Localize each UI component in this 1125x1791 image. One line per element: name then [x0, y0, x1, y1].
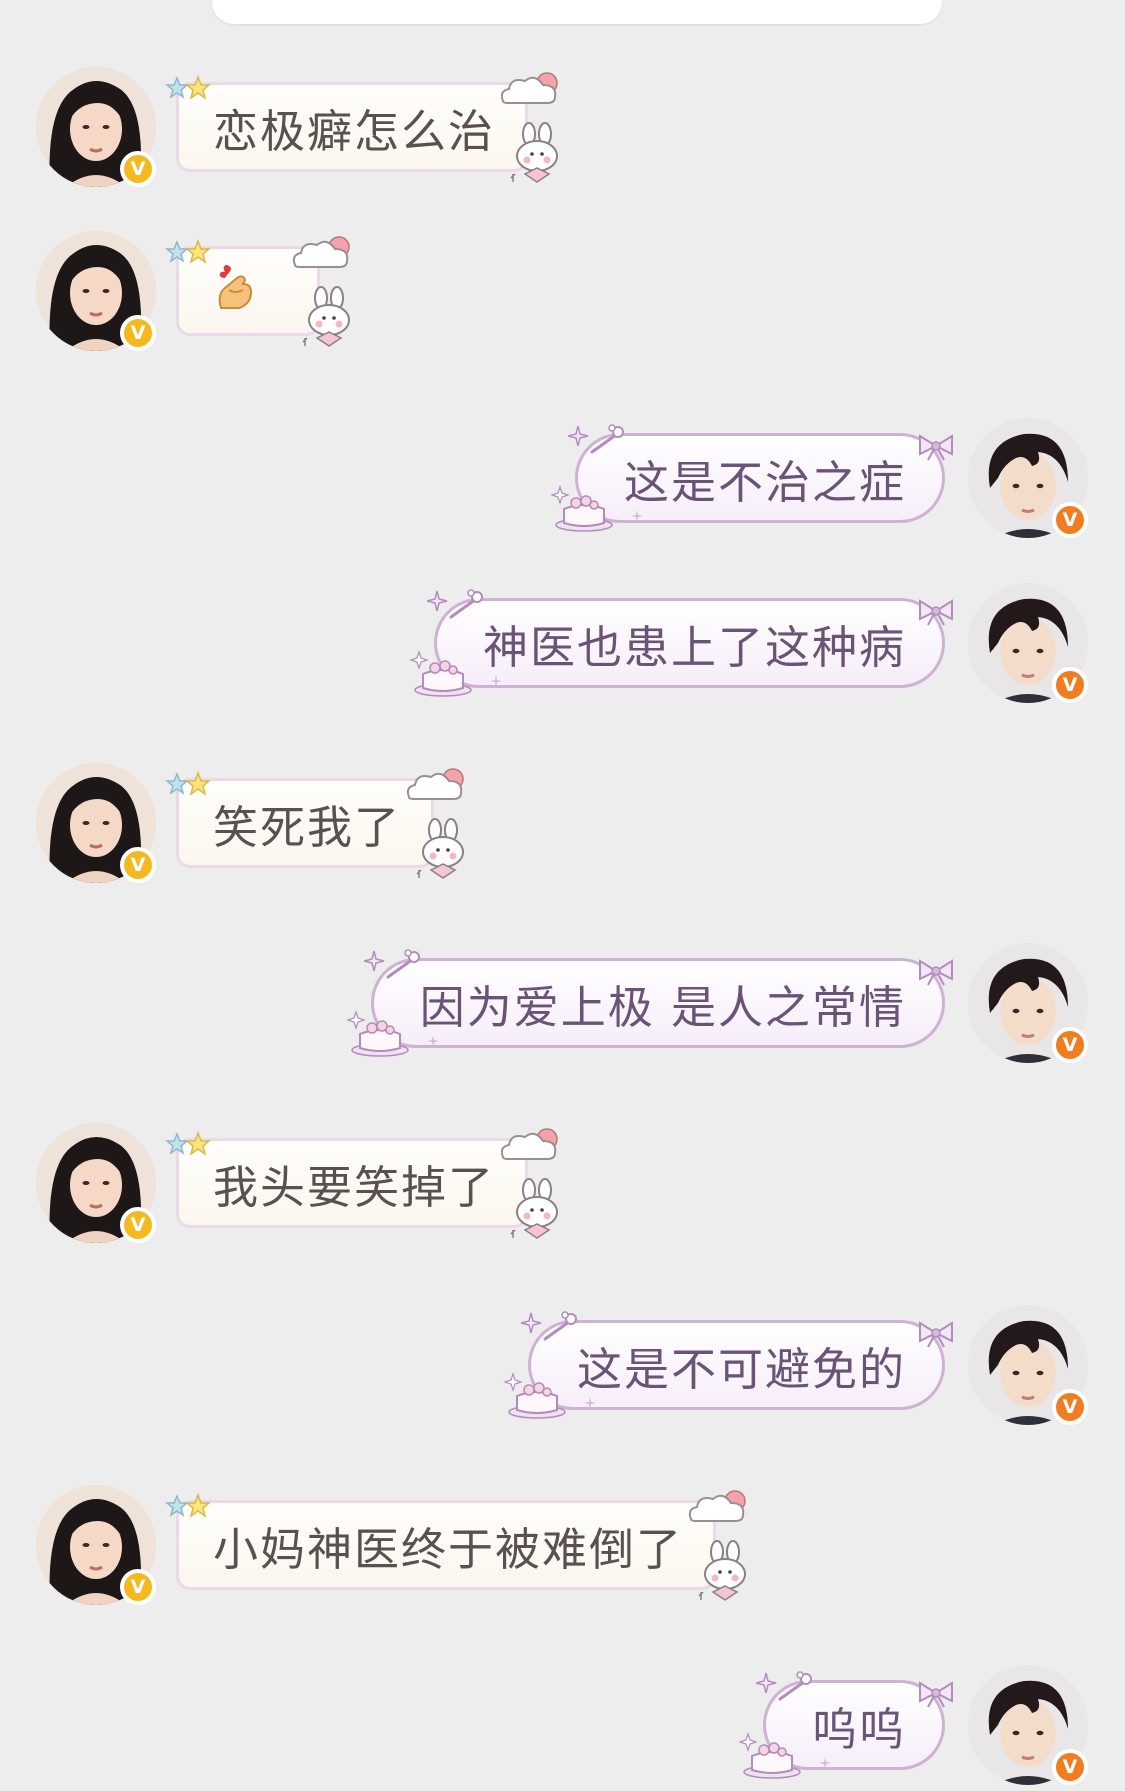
- message-row: V 笑死我了: [0, 758, 1125, 888]
- avatar-sender[interactable]: V: [36, 231, 156, 351]
- finger-heart-emoji-icon: [213, 260, 257, 312]
- star-sticker-icon: [164, 1119, 212, 1172]
- verified-badge-icon: V: [1052, 502, 1088, 538]
- message-bubble-outgoing[interactable]: 神医也患上了这种病: [409, 589, 953, 697]
- avatar-self[interactable]: V: [968, 583, 1088, 703]
- message-text: 笑死我了: [213, 800, 402, 854]
- verified-badge-icon: V: [120, 1207, 156, 1243]
- message-bubble-incoming[interactable]: 小妈神医终于被难倒了: [164, 1490, 747, 1601]
- bunny-sticker-icon: [507, 1178, 569, 1253]
- avatar-sender[interactable]: V: [36, 763, 156, 883]
- star-sticker-icon: [164, 759, 212, 812]
- sparkle-dot-icon: [583, 1368, 597, 1421]
- verified-badge-icon: V: [1052, 1027, 1088, 1063]
- message-bubble-outgoing[interactable]: 这是不可避免的: [503, 1311, 953, 1419]
- cake-sticker-icon: [550, 479, 614, 544]
- cloud-sticker-icon: [289, 231, 355, 284]
- avatar-self[interactable]: V: [968, 943, 1088, 1063]
- verified-badge-icon: V: [120, 151, 156, 187]
- cloud-sticker-icon: [497, 1123, 563, 1176]
- bunny-sticker-icon: [299, 286, 361, 361]
- message-row: V 这是不可避免的: [0, 1300, 1125, 1430]
- message-bubble-incoming[interactable]: 恋极癖怎么治: [164, 72, 559, 183]
- message-row: V 恋极癖怎么治: [0, 62, 1125, 192]
- message-text: 神医也患上了这种病: [482, 620, 906, 674]
- cake-sticker-icon: [345, 1004, 410, 1069]
- message-row: V 因为爱上极 是人之常情: [0, 938, 1125, 1068]
- avatar-self[interactable]: V: [968, 1305, 1088, 1425]
- message-text: 我头要笑掉了: [213, 1160, 496, 1214]
- sparkle-wand-icon: [520, 1303, 581, 1356]
- sparkle-wand-icon: [567, 416, 628, 469]
- verified-badge-icon: V: [1052, 1389, 1088, 1425]
- message-text: 这是不可避免的: [576, 1342, 906, 1396]
- message-text: 🫰: [213, 260, 259, 323]
- bunny-sticker-icon: [507, 122, 569, 197]
- bow-icon: [916, 585, 956, 638]
- bow-icon: [916, 1667, 956, 1720]
- top-input-bar[interactable]: [212, 0, 942, 24]
- sparkle-dot-icon: [489, 646, 503, 699]
- message-row: V 呜呜: [0, 1660, 1125, 1790]
- bow-icon: [916, 420, 956, 473]
- avatar-self[interactable]: V: [968, 1665, 1088, 1785]
- cloud-sticker-icon: [685, 1485, 751, 1538]
- cake-sticker-icon: [738, 1726, 802, 1791]
- star-sticker-icon: [164, 63, 212, 116]
- sparkle-dot-icon: [818, 1728, 832, 1781]
- verified-badge-icon: V: [1052, 1749, 1088, 1785]
- star-sticker-icon: [164, 227, 212, 280]
- cake-sticker-icon: [409, 644, 473, 709]
- message-row: V 我头要笑掉了: [0, 1118, 1125, 1248]
- cloud-sticker-icon: [497, 67, 563, 120]
- star-sticker-icon: [164, 1481, 212, 1534]
- message-bubble-incoming[interactable]: 我头要笑掉了: [164, 1128, 559, 1239]
- bunny-sticker-icon: [695, 1540, 757, 1615]
- message-row: V 这是不治之症: [0, 413, 1125, 543]
- message-text: 这是不治之症: [623, 455, 906, 509]
- verified-badge-icon: V: [1052, 667, 1088, 703]
- message-bubble-outgoing[interactable]: 因为爱上极 是人之常情: [345, 949, 953, 1057]
- message-text: 恋极癖怎么治: [213, 104, 496, 158]
- bunny-sticker-icon: [413, 818, 475, 893]
- avatar-sender[interactable]: V: [36, 1485, 156, 1605]
- message-bubble-outgoing[interactable]: 呜呜: [738, 1671, 953, 1779]
- avatar-self[interactable]: V: [968, 418, 1088, 538]
- message-bubble-outgoing[interactable]: 这是不治之症: [550, 424, 953, 532]
- avatar-sender[interactable]: V: [36, 67, 156, 187]
- bow-icon: [916, 945, 956, 998]
- message-row: V🫰: [0, 226, 1125, 356]
- cloud-sticker-icon: [403, 763, 469, 816]
- message-bubble-incoming[interactable]: 笑死我了: [164, 768, 465, 879]
- bow-icon: [916, 1307, 956, 1360]
- sparkle-wand-icon: [755, 1663, 816, 1716]
- message-bubble-incoming[interactable]: 🫰: [164, 236, 350, 347]
- message-text: 因为爱上极 是人之常情: [419, 980, 906, 1034]
- sparkle-dot-icon: [630, 481, 644, 534]
- verified-badge-icon: V: [120, 315, 156, 351]
- sparkle-wand-icon: [363, 941, 424, 994]
- verified-badge-icon: V: [120, 847, 156, 883]
- message-row: V 小妈神医终于被难倒了: [0, 1480, 1125, 1610]
- message-row: V 神医也患上了这种病: [0, 578, 1125, 708]
- message-text: 小妈神医终于被难倒了: [213, 1522, 684, 1576]
- avatar-sender[interactable]: V: [36, 1123, 156, 1243]
- sparkle-wand-icon: [426, 581, 487, 634]
- cake-sticker-icon: [503, 1366, 567, 1431]
- sparkle-dot-icon: [426, 1006, 440, 1059]
- verified-badge-icon: V: [120, 1569, 156, 1605]
